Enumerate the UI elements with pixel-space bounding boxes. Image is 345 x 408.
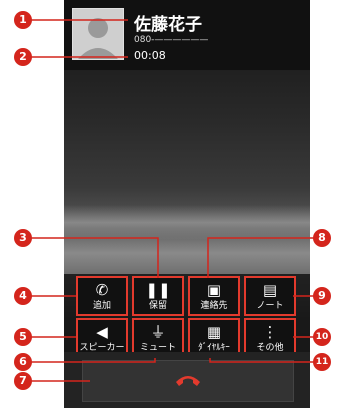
callout-1: 1	[14, 11, 32, 29]
callout-8: 8	[313, 229, 331, 247]
callout-2: 2	[14, 48, 32, 66]
callout-4: 4	[14, 287, 32, 305]
callout-leader-lines	[23, 19, 322, 382]
callout-9: 9	[313, 287, 331, 305]
figure: 佐藤花子 080-—————— 00:08 ✆ 追加 ❚❚ 保留 ▣ 連絡先 ▤…	[0, 0, 345, 408]
callout-11: 11	[313, 353, 331, 371]
callout-10: 10	[313, 328, 331, 346]
callout-6: 6	[14, 353, 32, 371]
callout-7: 7	[14, 372, 32, 390]
callout-3: 3	[14, 229, 32, 247]
callout-5: 5	[14, 328, 32, 346]
